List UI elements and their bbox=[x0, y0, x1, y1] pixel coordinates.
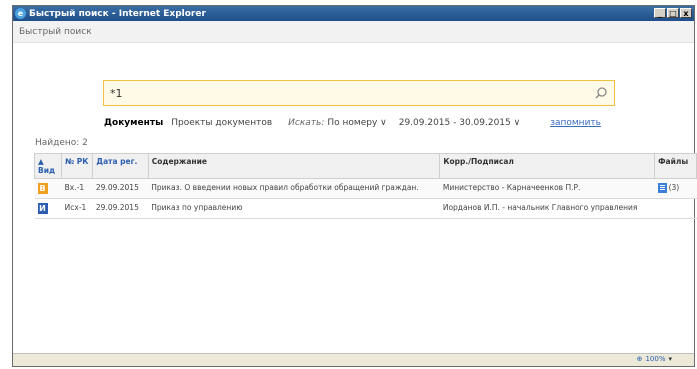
search-by-label: Искать: bbox=[288, 118, 325, 128]
page-title: Быстрый поиск bbox=[19, 27, 92, 37]
table-header-row: ▲ Вид № РК Дата рег. Содержание Корр./По… bbox=[33, 153, 697, 179]
cell-date: 29.09.2015 bbox=[92, 198, 149, 219]
cell-kind: В bbox=[34, 178, 62, 199]
table-row[interactable]: В Вх.-1 29.09.2015 Приказ. О введении но… bbox=[34, 178, 697, 199]
cell-date: 29.09.2015 bbox=[92, 178, 149, 199]
search-icon bbox=[595, 87, 607, 99]
search-by-dropdown[interactable]: По номеру ∨ bbox=[327, 118, 386, 128]
col-correspondent[interactable]: Корр./Подписал bbox=[439, 153, 656, 179]
browser-window: e Быстрый поиск - Internet Explorer _ □ … bbox=[12, 5, 697, 367]
results-count: Найдено: 2 bbox=[35, 138, 88, 148]
page-header: Быстрый поиск bbox=[13, 21, 694, 43]
outgoing-badge-icon: И bbox=[37, 203, 48, 214]
cell-content: Приказ по управлению bbox=[148, 198, 440, 219]
zoom-control[interactable]: ⊕ 100% ▾ bbox=[637, 355, 672, 363]
zoom-icon: ⊕ bbox=[636, 355, 643, 363]
ie-icon: e bbox=[15, 8, 26, 19]
save-link[interactable]: запомнить bbox=[550, 118, 601, 128]
date-range-dropdown[interactable]: 29.09.2015 - 30.09.2015 ∨ bbox=[399, 118, 520, 128]
file-icon[interactable] bbox=[657, 183, 667, 193]
tab-documents[interactable]: Документы bbox=[104, 118, 163, 128]
search-box bbox=[103, 80, 615, 106]
table-row[interactable]: И Исх-1 29.09.2015 Приказ по управлению … bbox=[34, 198, 697, 219]
cell-kind: И bbox=[34, 198, 62, 219]
tab-document-projects[interactable]: Проекты документов bbox=[171, 118, 272, 128]
search-input[interactable] bbox=[110, 85, 580, 101]
incoming-badge-icon: В bbox=[37, 183, 48, 194]
chevron-down-icon[interactable]: ▾ bbox=[668, 355, 672, 363]
status-bar: ⊕ 100% ▾ bbox=[13, 353, 694, 366]
window-controls: _ □ x bbox=[654, 8, 692, 18]
close-button[interactable]: x bbox=[680, 8, 692, 18]
search-filters: Документы Проекты документов Искать: По … bbox=[104, 118, 601, 128]
search-button[interactable] bbox=[588, 81, 614, 105]
col-content[interactable]: Содержание bbox=[147, 153, 441, 179]
title-bar: e Быстрый поиск - Internet Explorer _ □ … bbox=[13, 6, 694, 21]
maximize-button[interactable]: □ bbox=[667, 8, 679, 18]
cell-correspondent: Иорданов И.П. - начальник Главного управ… bbox=[439, 198, 655, 219]
cell-correspondent: Министерство - Карначеенков П.Р. bbox=[439, 178, 655, 199]
files-count: (3) bbox=[668, 183, 680, 192]
col-files[interactable]: Файлы bbox=[654, 153, 697, 179]
window-title: Быстрый поиск - Internet Explorer bbox=[29, 8, 206, 19]
results-table: ▲ Вид № РК Дата рег. Содержание Корр./По… bbox=[33, 153, 697, 219]
cell-content: Приказ. О введении новых правил обработк… bbox=[148, 178, 440, 199]
minimize-button[interactable]: _ bbox=[654, 8, 666, 18]
cell-number: Вх.-1 bbox=[61, 178, 93, 199]
cell-files[interactable]: (3) bbox=[654, 178, 697, 199]
cell-files bbox=[654, 198, 697, 219]
col-date[interactable]: Дата рег. bbox=[92, 153, 149, 179]
zoom-level: 100% bbox=[645, 355, 666, 363]
cell-number: Исх-1 bbox=[61, 198, 93, 219]
col-kind[interactable]: ▲ Вид bbox=[33, 153, 63, 179]
col-number[interactable]: № РК bbox=[61, 153, 94, 179]
